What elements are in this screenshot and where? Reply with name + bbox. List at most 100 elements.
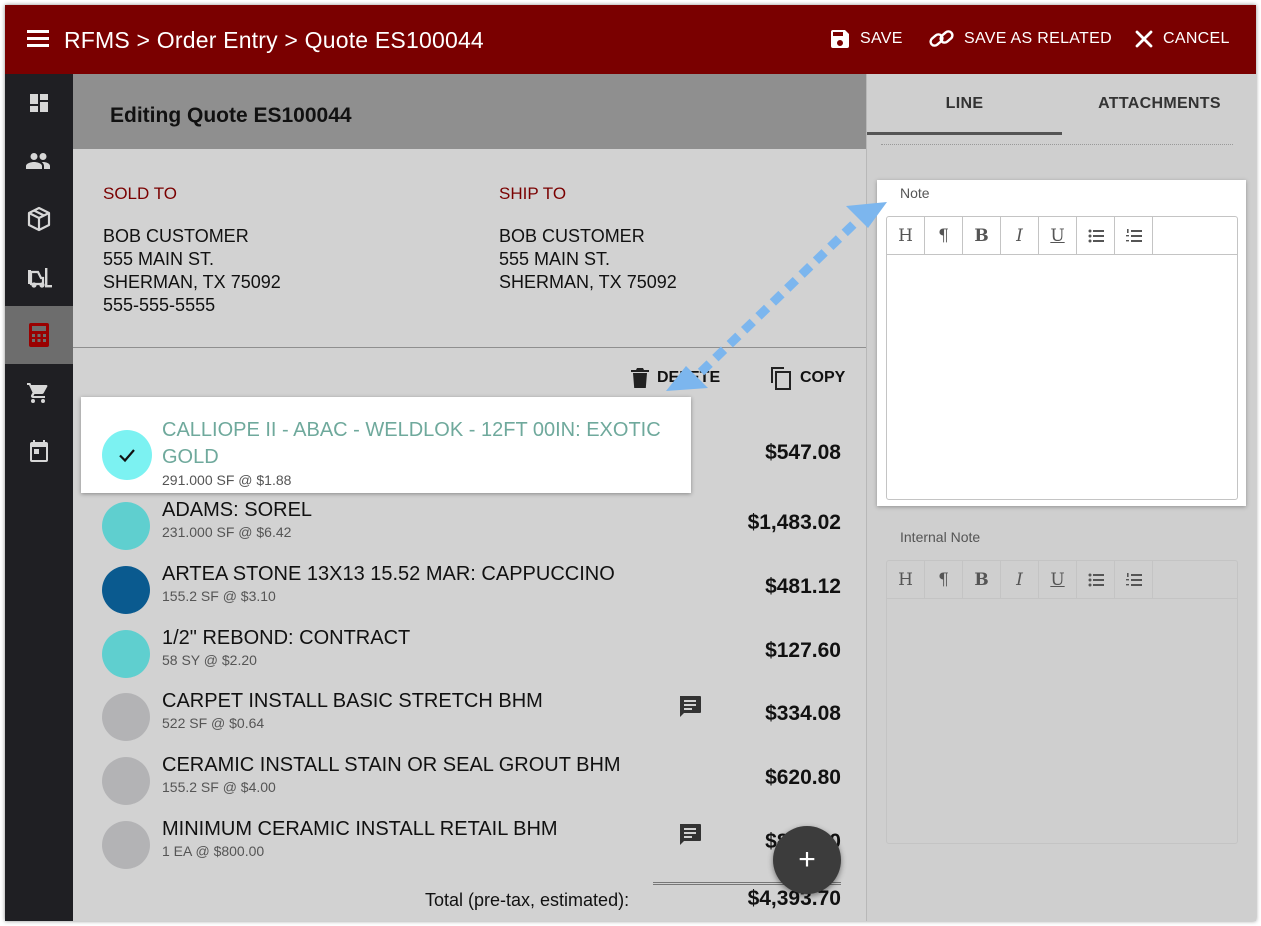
bulleted-list-button[interactable] [1077,217,1115,254]
sold-to-street: 555 MAIN ST. [103,249,215,269]
line-item-amount: $481.12 [765,575,841,598]
line-item[interactable]: 1/2" REBOND: CONTRACT 58 SY @ $2.20 $127… [82,619,842,681]
active-tab-indicator [867,132,1062,135]
cancel-label: CANCEL [1163,30,1230,47]
package-icon [27,206,51,232]
line-item-detail: 1 EA @ $800.00 [162,843,265,859]
copy-button[interactable]: COPY [768,363,845,393]
line-item-avatar[interactable] [102,693,150,741]
line-item-name: ADAMS: SOREL [162,499,313,521]
line-item-detail: 231.000 SF @ $6.42 [162,524,292,540]
app-header: RFMS > Order Entry > Quote ES100044 SAVE… [5,5,1256,74]
internal-note-toolbar: H ¶ B I U [887,561,1237,599]
line-item-name: ARTEA STONE 13X13 15.52 MAR: CAPPUCCINO [162,563,615,585]
quote-editor: Editing Quote ES100044 SOLD TO BOB CUSTO… [73,74,866,921]
numbered-list-icon [1125,572,1142,586]
link-icon [929,30,954,47]
forklift-icon [28,268,52,288]
nav-orders[interactable] [5,364,73,422]
line-item-amount: $620.80 [765,766,841,789]
heading-button[interactable]: H [887,561,925,598]
ship-to-name: BOB CUSTOMER [499,226,645,246]
tab-attachments[interactable]: ATTACHMENTS [1062,74,1256,134]
ship-to-street: 555 MAIN ST. [499,249,611,269]
calculator-icon [29,323,49,347]
note-label: Note [900,185,930,201]
line-item-avatar[interactable] [102,566,150,614]
line-item-avatar[interactable] [102,630,150,678]
underline-button[interactable]: U [1039,217,1077,254]
paragraph-button[interactable]: ¶ [925,217,963,254]
line-item-detail: 291.000 SF @ $1.88 [162,472,292,488]
tab-line[interactable]: LINE [867,74,1062,134]
paragraph-button[interactable]: ¶ [925,561,963,598]
delete-label: DELETE [657,369,721,386]
menu-icon[interactable] [27,30,49,48]
breadcrumb: RFMS > Order Entry > Quote ES100044 [64,27,484,53]
note-text-area[interactable] [887,255,1237,499]
separator [881,144,1233,145]
line-item-avatar[interactable] [102,757,150,805]
numbered-list-button[interactable] [1115,217,1153,254]
save-label: SAVE [860,30,903,47]
line-item[interactable]: ADAMS: SOREL 231.000 SF @ $6.42 $1,483.0… [82,491,842,553]
line-item[interactable]: CARPET INSTALL BASIC STRETCH BHM 522 SF … [82,682,842,744]
nav-schedule[interactable] [5,422,73,480]
delete-button[interactable]: DELETE [629,363,720,393]
line-item-detail: 155.2 SF @ $3.10 [162,588,276,604]
line-item-amount: $127.60 [765,639,841,662]
line-item-name: MINIMUM CERAMIC INSTALL RETAIL BHM [162,818,558,840]
line-item-detail: 58 SY @ $2.20 [162,652,257,668]
ship-to-label: SHIP TO [499,184,567,203]
cart-icon [27,383,48,403]
line-item[interactable]: MINIMUM CERAMIC INSTALL RETAIL BHM 1 EA … [82,810,842,872]
nav-dashboard[interactable] [5,74,73,132]
bold-button[interactable]: B [963,561,1001,598]
save-as-related-button[interactable]: SAVE AS RELATED [928,25,1112,53]
bulleted-list-icon [1088,573,1104,586]
internal-note-text-area[interactable] [887,599,1237,843]
internal-note-label: Internal Note [900,529,981,545]
line-item-selected[interactable]: CALLIOPE II - ABAC - WELDLOK - 12FT 00IN… [81,397,691,493]
line-item-amount: $1,483.02 [747,511,841,534]
line-item-avatar[interactable] [102,502,150,550]
heading-button[interactable]: H [887,217,925,254]
cancel-button[interactable]: CANCEL [1133,25,1230,53]
numbered-list-button[interactable] [1115,561,1153,598]
nav-products[interactable] [5,190,73,248]
italic-button[interactable]: I [1001,561,1039,598]
side-navigation [5,74,73,921]
trash-icon [631,368,649,388]
people-icon [26,153,50,169]
sold-to-city: SHERMAN, TX 75092 [103,272,281,292]
comment-icon[interactable] [677,694,703,720]
nav-inventory[interactable] [5,248,73,306]
nav-customers[interactable] [5,132,73,190]
italic-button[interactable]: I [1001,217,1039,254]
line-item[interactable]: ARTEA STONE 13X13 15.52 MAR: CAPPUCCINO … [82,555,842,617]
line-item-avatar[interactable] [102,821,150,869]
note-card: Note H ¶ B I U [877,180,1246,506]
comment-icon[interactable] [677,822,703,848]
app-window: RFMS > Order Entry > Quote ES100044 SAVE… [5,5,1256,921]
section-divider [73,347,866,348]
line-item-name: 1/2" REBOND: CONTRACT [162,627,411,649]
nav-quotes[interactable] [5,306,73,364]
line-item-name: CALLIOPE II - ABAC - WELDLOK - 12FT 00IN… [162,419,661,468]
sold-to-label: SOLD TO [103,184,178,203]
note-toolbar: H ¶ B I U [887,217,1237,255]
note-editor: H ¶ B I U [886,216,1238,500]
numbered-list-icon [1125,228,1142,242]
title-bar: Editing Quote ES100044 [73,74,866,149]
line-item-name: CARPET INSTALL BASIC STRETCH BHM [162,690,543,712]
bulleted-list-button[interactable] [1077,561,1115,598]
save-button[interactable]: SAVE [828,25,903,53]
add-line-button[interactable]: + [773,826,841,894]
underline-button[interactable]: U [1039,561,1077,598]
line-item[interactable]: CERAMIC INSTALL STAIN OR SEAL GROUT BHM … [82,746,842,808]
bold-button[interactable]: B [963,217,1001,254]
calendar-icon [30,440,48,462]
dashboard-icon [30,94,48,112]
tab-line-label: LINE [945,95,984,112]
check-icon[interactable] [102,430,152,480]
